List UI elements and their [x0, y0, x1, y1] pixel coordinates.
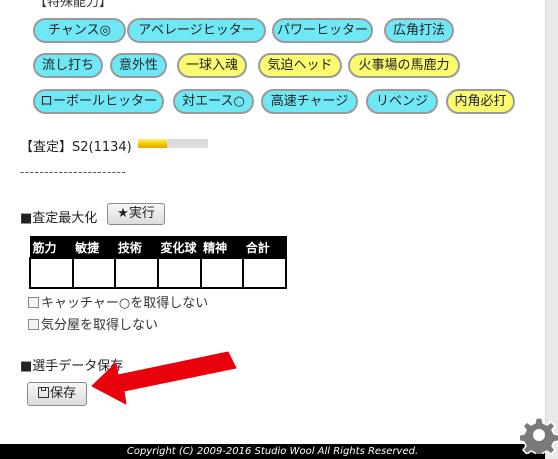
red-arrow-annotation — [91, 351, 237, 405]
footer-copyright: Copyright (C) 2009-2016 Studio Wool All … — [0, 444, 545, 459]
gear-icon[interactable] — [520, 416, 558, 454]
